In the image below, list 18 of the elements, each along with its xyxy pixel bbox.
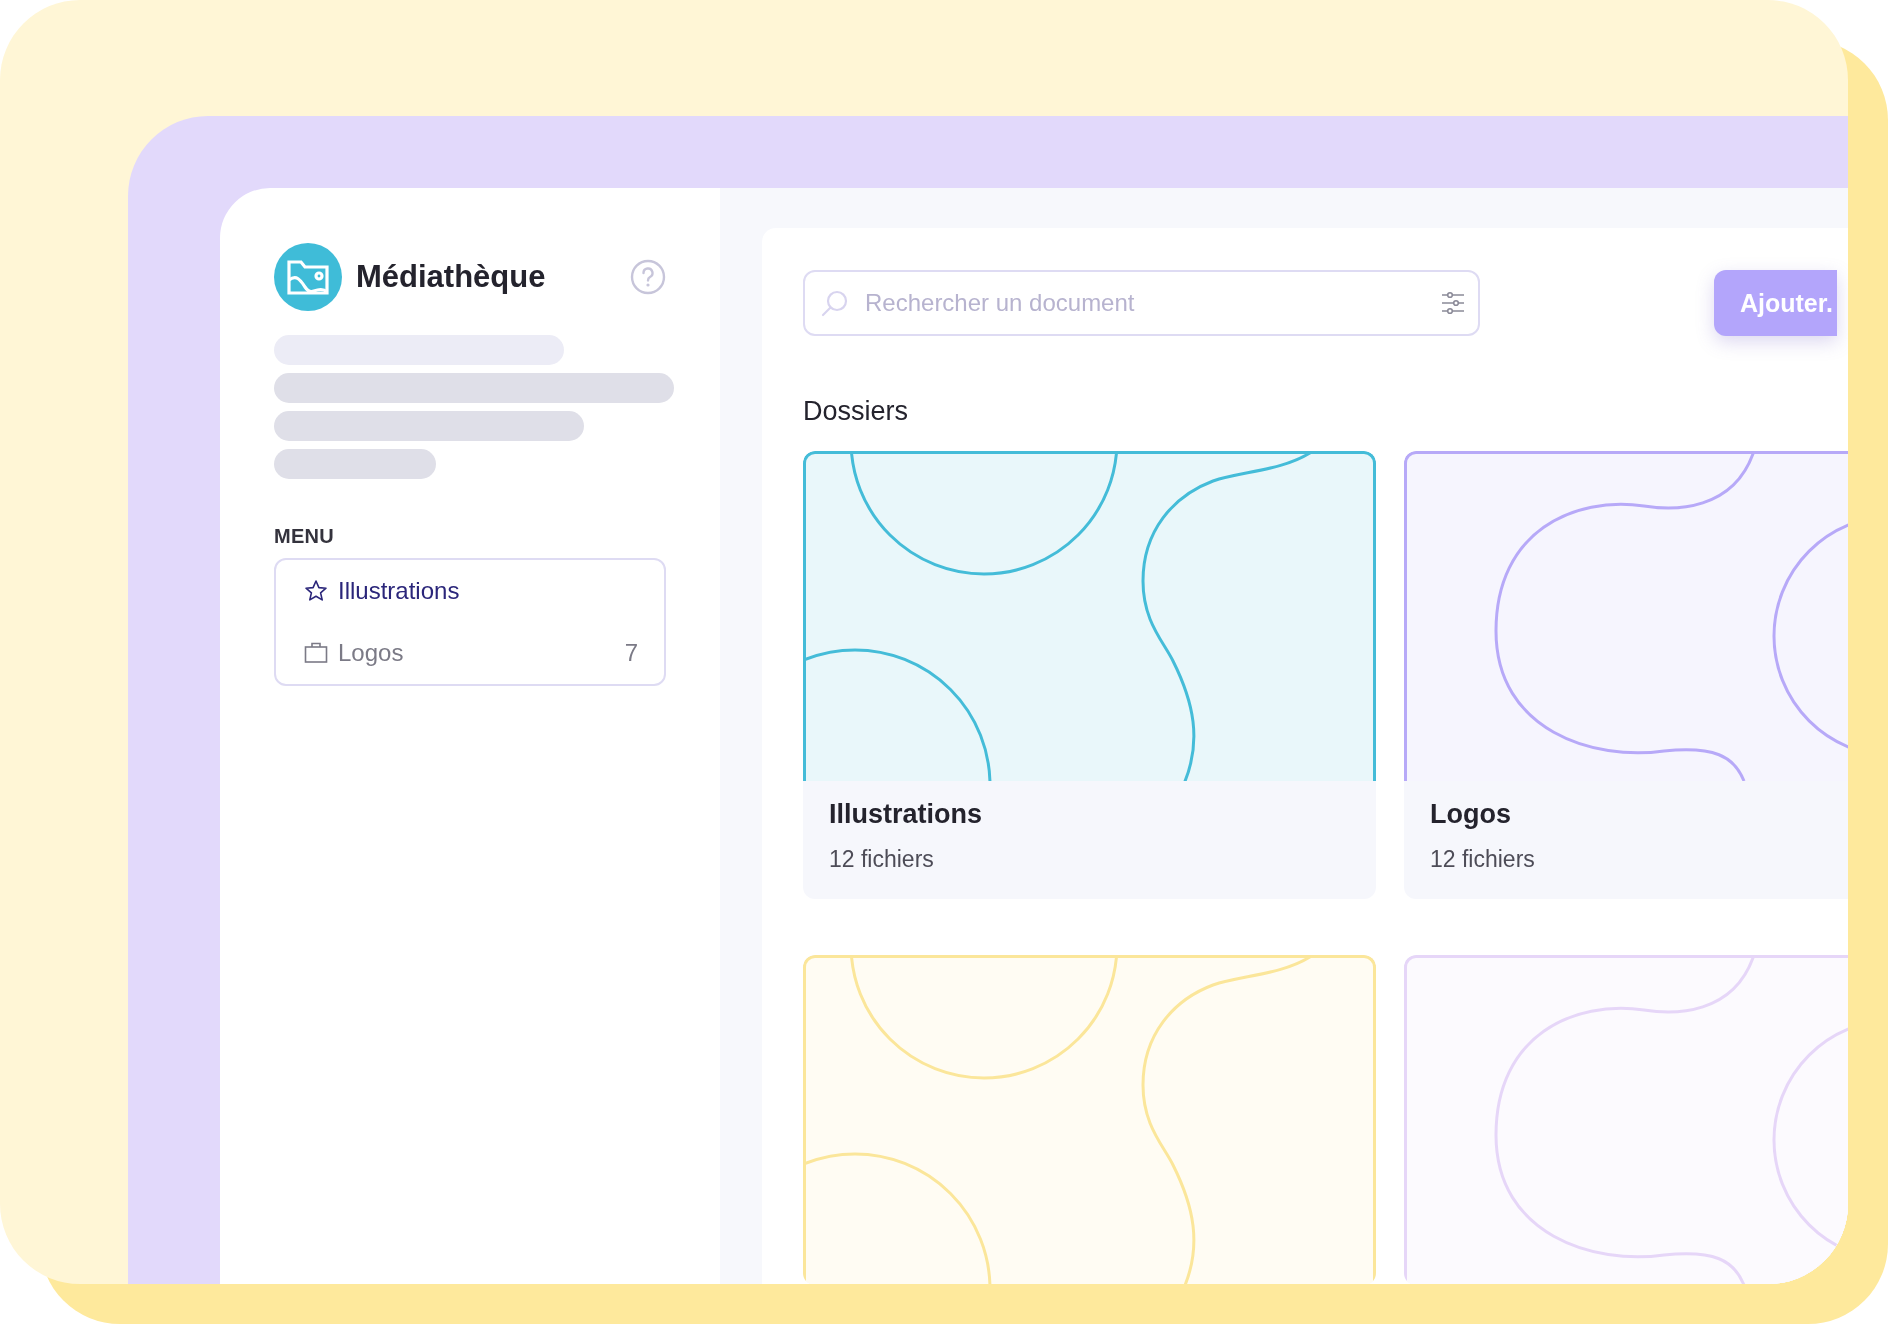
file-count: 12 fichiers <box>829 846 935 873</box>
item-count: 7 <box>624 639 638 667</box>
file-count: 12 fichiers <box>1430 846 1536 873</box>
search-field[interactable]: Rechercher un document <box>803 270 1480 336</box>
folder-card[interactable]: Logos 12 fichiers <box>1404 451 1848 899</box>
section-title: Dossiers <box>803 396 909 427</box>
folder-card[interactable]: Illustrations 12 fichiers <box>803 451 1376 899</box>
menu-heading: MENU <box>274 525 336 548</box>
logo-icon <box>274 243 342 311</box>
menu-item[interactable]: Illustrations <box>276 560 664 622</box>
briefcase-icon <box>304 642 328 664</box>
app-title: Médiathèque <box>356 259 547 295</box>
star-icon <box>304 579 328 603</box>
menu-item[interactable]: Logos 7 <box>276 622 664 684</box>
folder-name: Illustrations <box>829 799 984 830</box>
filter-icon[interactable] <box>1440 290 1466 316</box>
folder-name: Logos <box>1430 799 1512 830</box>
search-icon <box>821 289 849 317</box>
